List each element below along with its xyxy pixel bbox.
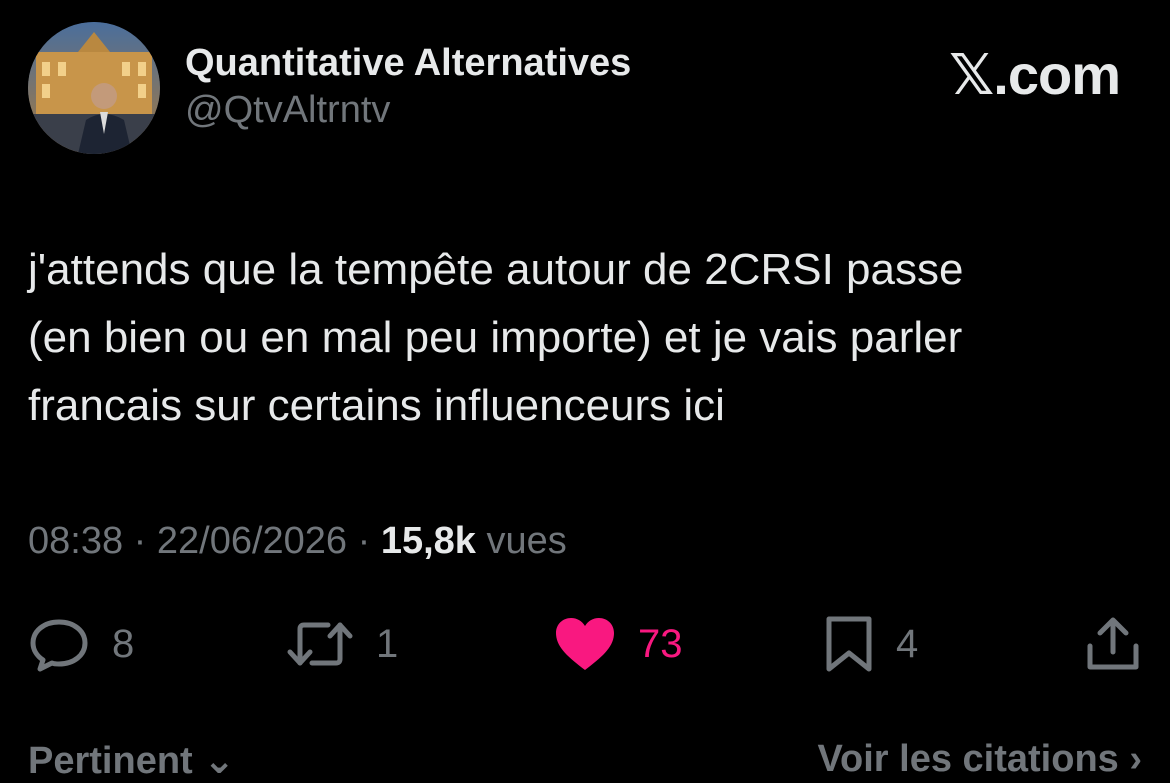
view-quotes-link[interactable]: Voir les citations ›: [818, 738, 1142, 781]
meta-separator: ·: [133, 520, 147, 562]
action-bar: 8 1 73 4: [28, 612, 1142, 676]
heart-filled-icon: [554, 616, 616, 672]
author-display-name[interactable]: Quantitative Alternatives: [185, 40, 631, 86]
replies-footer: Pertinent ⌄ Voir les citations ›: [28, 738, 1142, 782]
repost-count: 1: [376, 622, 399, 666]
bookmark-icon: [824, 615, 874, 673]
tweet-meta: 08:38 · 22/06/2026 · 15,8k vues: [28, 517, 567, 565]
reply-count: 8: [112, 622, 135, 666]
repost-button[interactable]: 1: [286, 612, 398, 676]
share-upload-icon: [1086, 616, 1140, 672]
bookmark-button[interactable]: 4: [824, 612, 918, 676]
tweet-date[interactable]: 22/06/2026: [157, 520, 347, 562]
x-logo-brand: 𝕏.com: [949, 43, 1121, 106]
speech-bubble-icon: [28, 616, 90, 672]
avatar-image: [28, 22, 160, 154]
views-count: 15,8k: [380, 520, 476, 562]
avatar[interactable]: [28, 22, 160, 154]
tweet-time[interactable]: 08:38: [28, 520, 123, 562]
tweet-text: j'attends que la tempête autour de 2CRSI…: [28, 245, 964, 430]
meta-separator: ·: [357, 520, 371, 562]
sort-dropdown[interactable]: Pertinent ⌄: [28, 738, 235, 783]
author-handle[interactable]: @QtvAltrntv: [185, 87, 631, 133]
reply-button[interactable]: 8: [28, 612, 134, 676]
views-label: vues: [486, 520, 567, 562]
like-button[interactable]: 73: [554, 612, 683, 676]
bookmark-count: 4: [896, 622, 919, 666]
tweet-header: Quantitative Alternatives @QtvAltrntv 𝕏.…: [28, 22, 1142, 158]
share-button[interactable]: [1086, 612, 1140, 676]
repost-arrows-icon: [286, 619, 354, 669]
like-count: 73: [638, 622, 683, 666]
